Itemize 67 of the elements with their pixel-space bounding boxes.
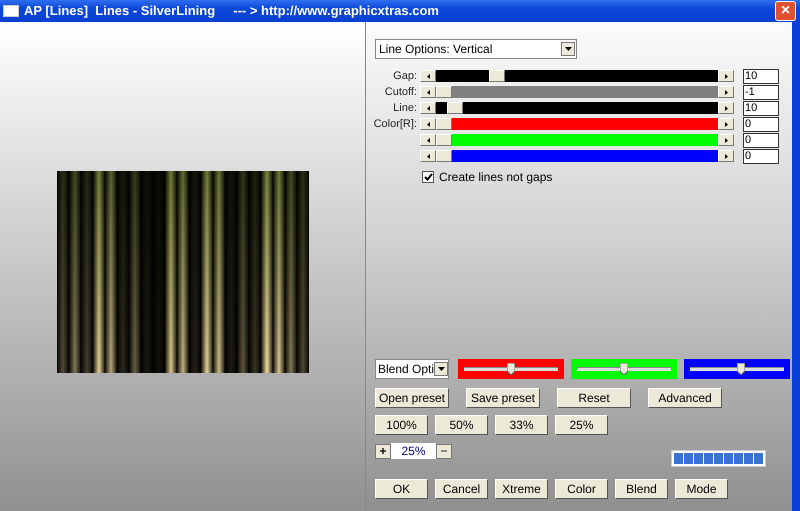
right-arrow-icon: [724, 154, 728, 158]
right-arrow-icon: [724, 106, 728, 110]
dialog-button[interactable]: Cancel: [435, 479, 488, 499]
slider-thumb[interactable]: [620, 363, 628, 375]
dropdown-arrow-icon: [564, 47, 572, 51]
window-icon: [3, 5, 19, 17]
blend-slider[interactable]: [458, 359, 564, 379]
scroll-left-button[interactable]: [420, 150, 436, 162]
zoom-button[interactable]: 50%: [435, 415, 488, 435]
preset-button[interactable]: Open preset: [375, 388, 449, 408]
dropdown-arrow-icon: [438, 367, 445, 371]
left-arrow-icon: [426, 90, 430, 94]
right-arrow-icon: [724, 122, 728, 126]
blend-slider[interactable]: [571, 359, 677, 379]
scroll-right-button[interactable]: [718, 86, 734, 98]
preset-button[interactable]: Save preset: [466, 388, 540, 408]
slider-thumb[interactable]: [507, 363, 515, 375]
scroll-right-button[interactable]: [718, 102, 734, 114]
zoom-button[interactable]: 25%: [555, 415, 608, 435]
zoom-button[interactable]: 33%: [495, 415, 548, 435]
value-field[interactable]: 10: [743, 68, 779, 84]
right-arrow-icon: [724, 90, 728, 94]
right-arrow-icon: [724, 74, 728, 78]
scroll-right-button[interactable]: [718, 150, 734, 162]
scroll-right-button[interactable]: [718, 134, 734, 146]
left-arrow-icon: [426, 138, 430, 142]
blend-dropdown[interactable]: Blend Opti: [375, 359, 449, 379]
dialog-button[interactable]: Mode: [675, 479, 728, 499]
close-button[interactable]: ×: [775, 1, 796, 21]
zoom-in-button[interactable]: +: [375, 444, 391, 458]
slider-label: Cutoff:: [384, 84, 417, 100]
scroll-left-button[interactable]: [420, 134, 436, 146]
scroll-right-button[interactable]: [718, 118, 734, 130]
left-arrow-icon: [426, 106, 430, 110]
slider-label: Line:: [393, 100, 417, 116]
scroll-left-button[interactable]: [420, 118, 436, 130]
checkbox[interactable]: [422, 171, 434, 183]
slider-thumb[interactable]: [737, 363, 746, 375]
right-arrow-icon: [724, 138, 728, 142]
slider-label: Color[R]:: [374, 116, 417, 132]
value-field[interactable]: 0: [743, 116, 779, 132]
zoom-button[interactable]: 100%: [375, 415, 428, 435]
left-arrow-icon: [426, 74, 430, 78]
scroll-right-button[interactable]: [718, 70, 734, 82]
dialog-button[interactable]: Blend: [615, 479, 668, 499]
left-arrow-icon: [426, 154, 430, 158]
dialog-button[interactable]: Xtreme: [495, 479, 548, 499]
blend-slider[interactable]: [684, 359, 790, 379]
checkbox-label: Create lines not gaps: [439, 169, 552, 186]
scroll-left-button[interactable]: [420, 102, 436, 114]
zoom-field[interactable]: 25%: [391, 443, 436, 459]
zoom-out-button[interactable]: −: [436, 444, 452, 458]
options-dropdown[interactable]: Line Options: Vertical: [375, 39, 577, 59]
dialog-button[interactable]: OK: [375, 479, 428, 499]
window-title: AP [Lines] Lines - SilverLining --- > http://www.graphicxtras.com: [24, 2, 440, 20]
scroll-left-button[interactable]: [420, 70, 436, 82]
value-field[interactable]: 0: [743, 148, 779, 164]
value-field[interactable]: -1: [743, 84, 779, 100]
preset-button[interactable]: Reset: [557, 388, 631, 408]
checkmark-icon: [424, 173, 432, 181]
slider-label: Gap:: [393, 68, 417, 84]
scroll-left-button[interactable]: [420, 86, 436, 98]
dialog-button[interactable]: Color: [555, 479, 608, 499]
preset-button[interactable]: Advanced: [648, 388, 722, 408]
value-field[interactable]: 10: [743, 100, 779, 116]
value-field[interactable]: 0: [743, 132, 779, 148]
left-arrow-icon: [426, 122, 430, 126]
